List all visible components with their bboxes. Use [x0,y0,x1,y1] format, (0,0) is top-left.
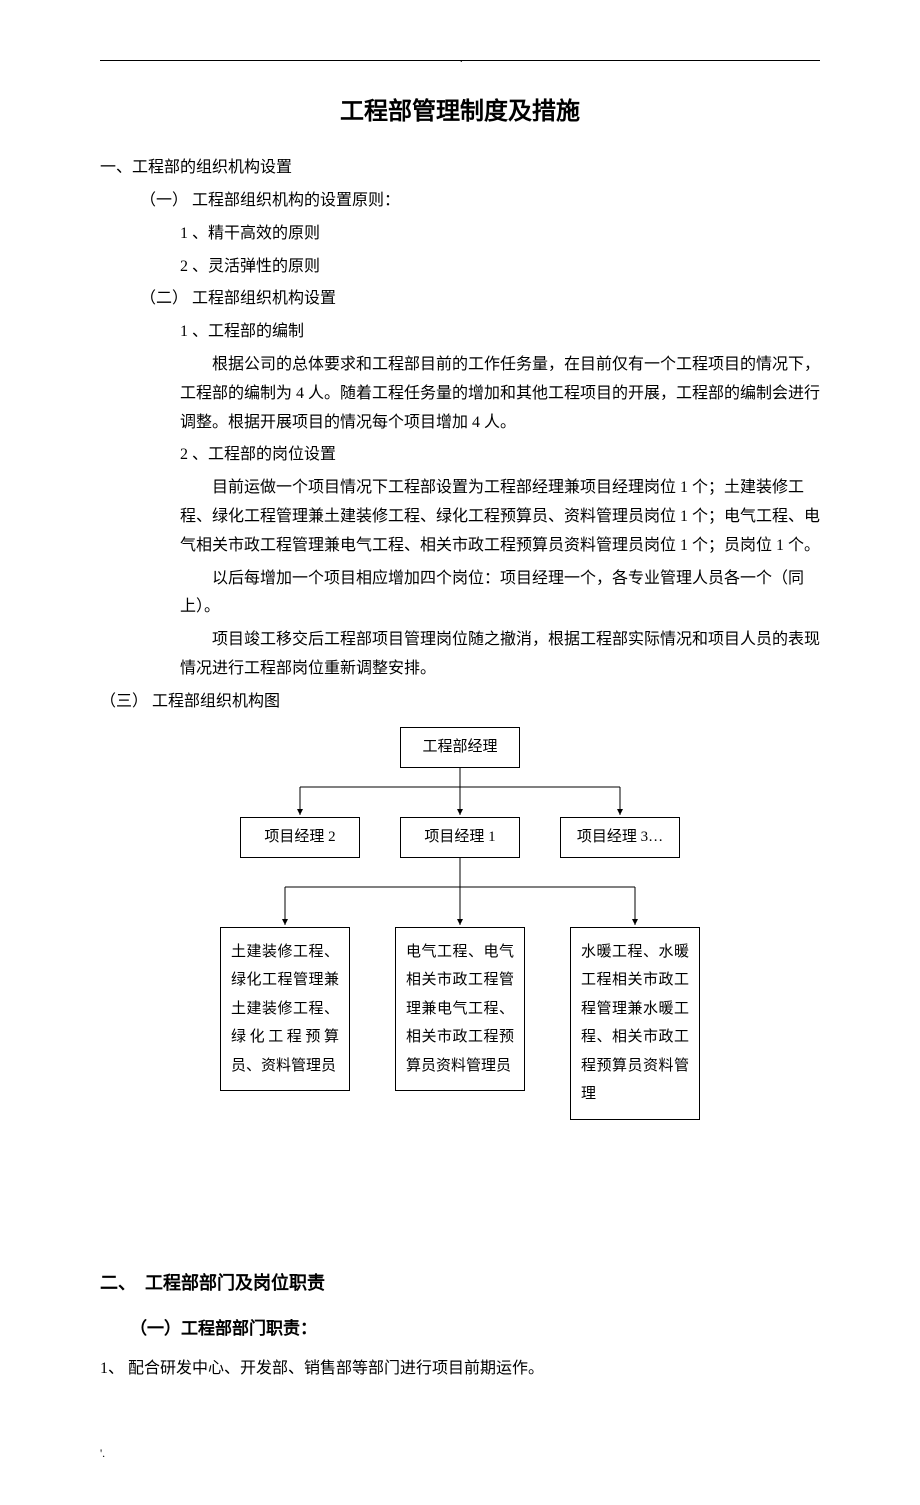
section1-sub3-heading: （三） 工程部组织机构图 [100,688,820,717]
section2-sub1-heading: （一）工程部部门职责： [130,1314,820,1345]
section1-sub2-item2-p3: 项目竣工移交后工程部项目管理岗位随之撤消，根据工程部实际情况和项目人员的表现情况… [180,626,820,684]
org-box-role1: 土建装修工程、绿化工程管理兼土建装修工程、绿化工程预算员、资料管理员 [220,927,350,1092]
section1-sub1-item1: 1 、精干高效的原则 [180,220,820,249]
section1-sub2-item2-p2: 以后每增加一个项目相应增加四个岗位：项目经理一个，各专业管理人员各一个（同上）。 [180,565,820,623]
section1-heading: 一、工程部的组织机构设置 [100,154,820,183]
section1-sub2-item1-p1: 根据公司的总体要求和工程部目前的工作任务量，在目前仅有一个工程项目的情况下，工程… [180,351,820,437]
section1-sub2-heading: （二） 工程部组织机构设置 [140,285,820,314]
org-box-role2: 电气工程、电气相关市政工程管理兼电气工程、相关市政工程预算员资料管理员 [395,927,525,1092]
footer-mark: '. [100,1443,820,1465]
org-box-manager: 工程部经理 [400,727,520,768]
header-rule: . [100,60,820,61]
section1-sub1-item2: 2 、灵活弹性的原则 [180,253,820,282]
section1-sub2-item2-p1: 目前运做一个项目情况下工程部设置为工程部经理兼项目经理岗位 1 个；土建装修工程… [180,474,820,560]
org-box-pm3: 项目经理 3… [560,817,680,858]
org-chart: 工程部经理 项目经理 2 项目经理 1 项目经理 3… 土建装修工程、绿化工程管… [160,727,760,1227]
section2-sub1-item1: 1、 配合研发中心、开发部、销售部等部门进行项目前期运作。 [100,1355,820,1384]
org-box-pm2: 项目经理 2 [240,817,360,858]
section2-heading: 二、 工程部部门及岗位职责 [100,1267,820,1299]
document-title: 工程部管理制度及措施 [100,91,820,134]
section1-sub1-heading: （一） 工程部组织机构的设置原则： [140,187,820,216]
header-dot: . [460,51,463,69]
org-box-role3: 水暖工程、水暖工程相关市政工程管理兼水暖工程、相关市政工程预算员资料管理 [570,927,700,1120]
section1-sub2-item2-title: 2 、工程部的岗位设置 [180,441,820,470]
section1-sub2-item1-title: 1 、工程部的编制 [180,318,820,347]
org-box-pm1: 项目经理 1 [400,817,520,858]
